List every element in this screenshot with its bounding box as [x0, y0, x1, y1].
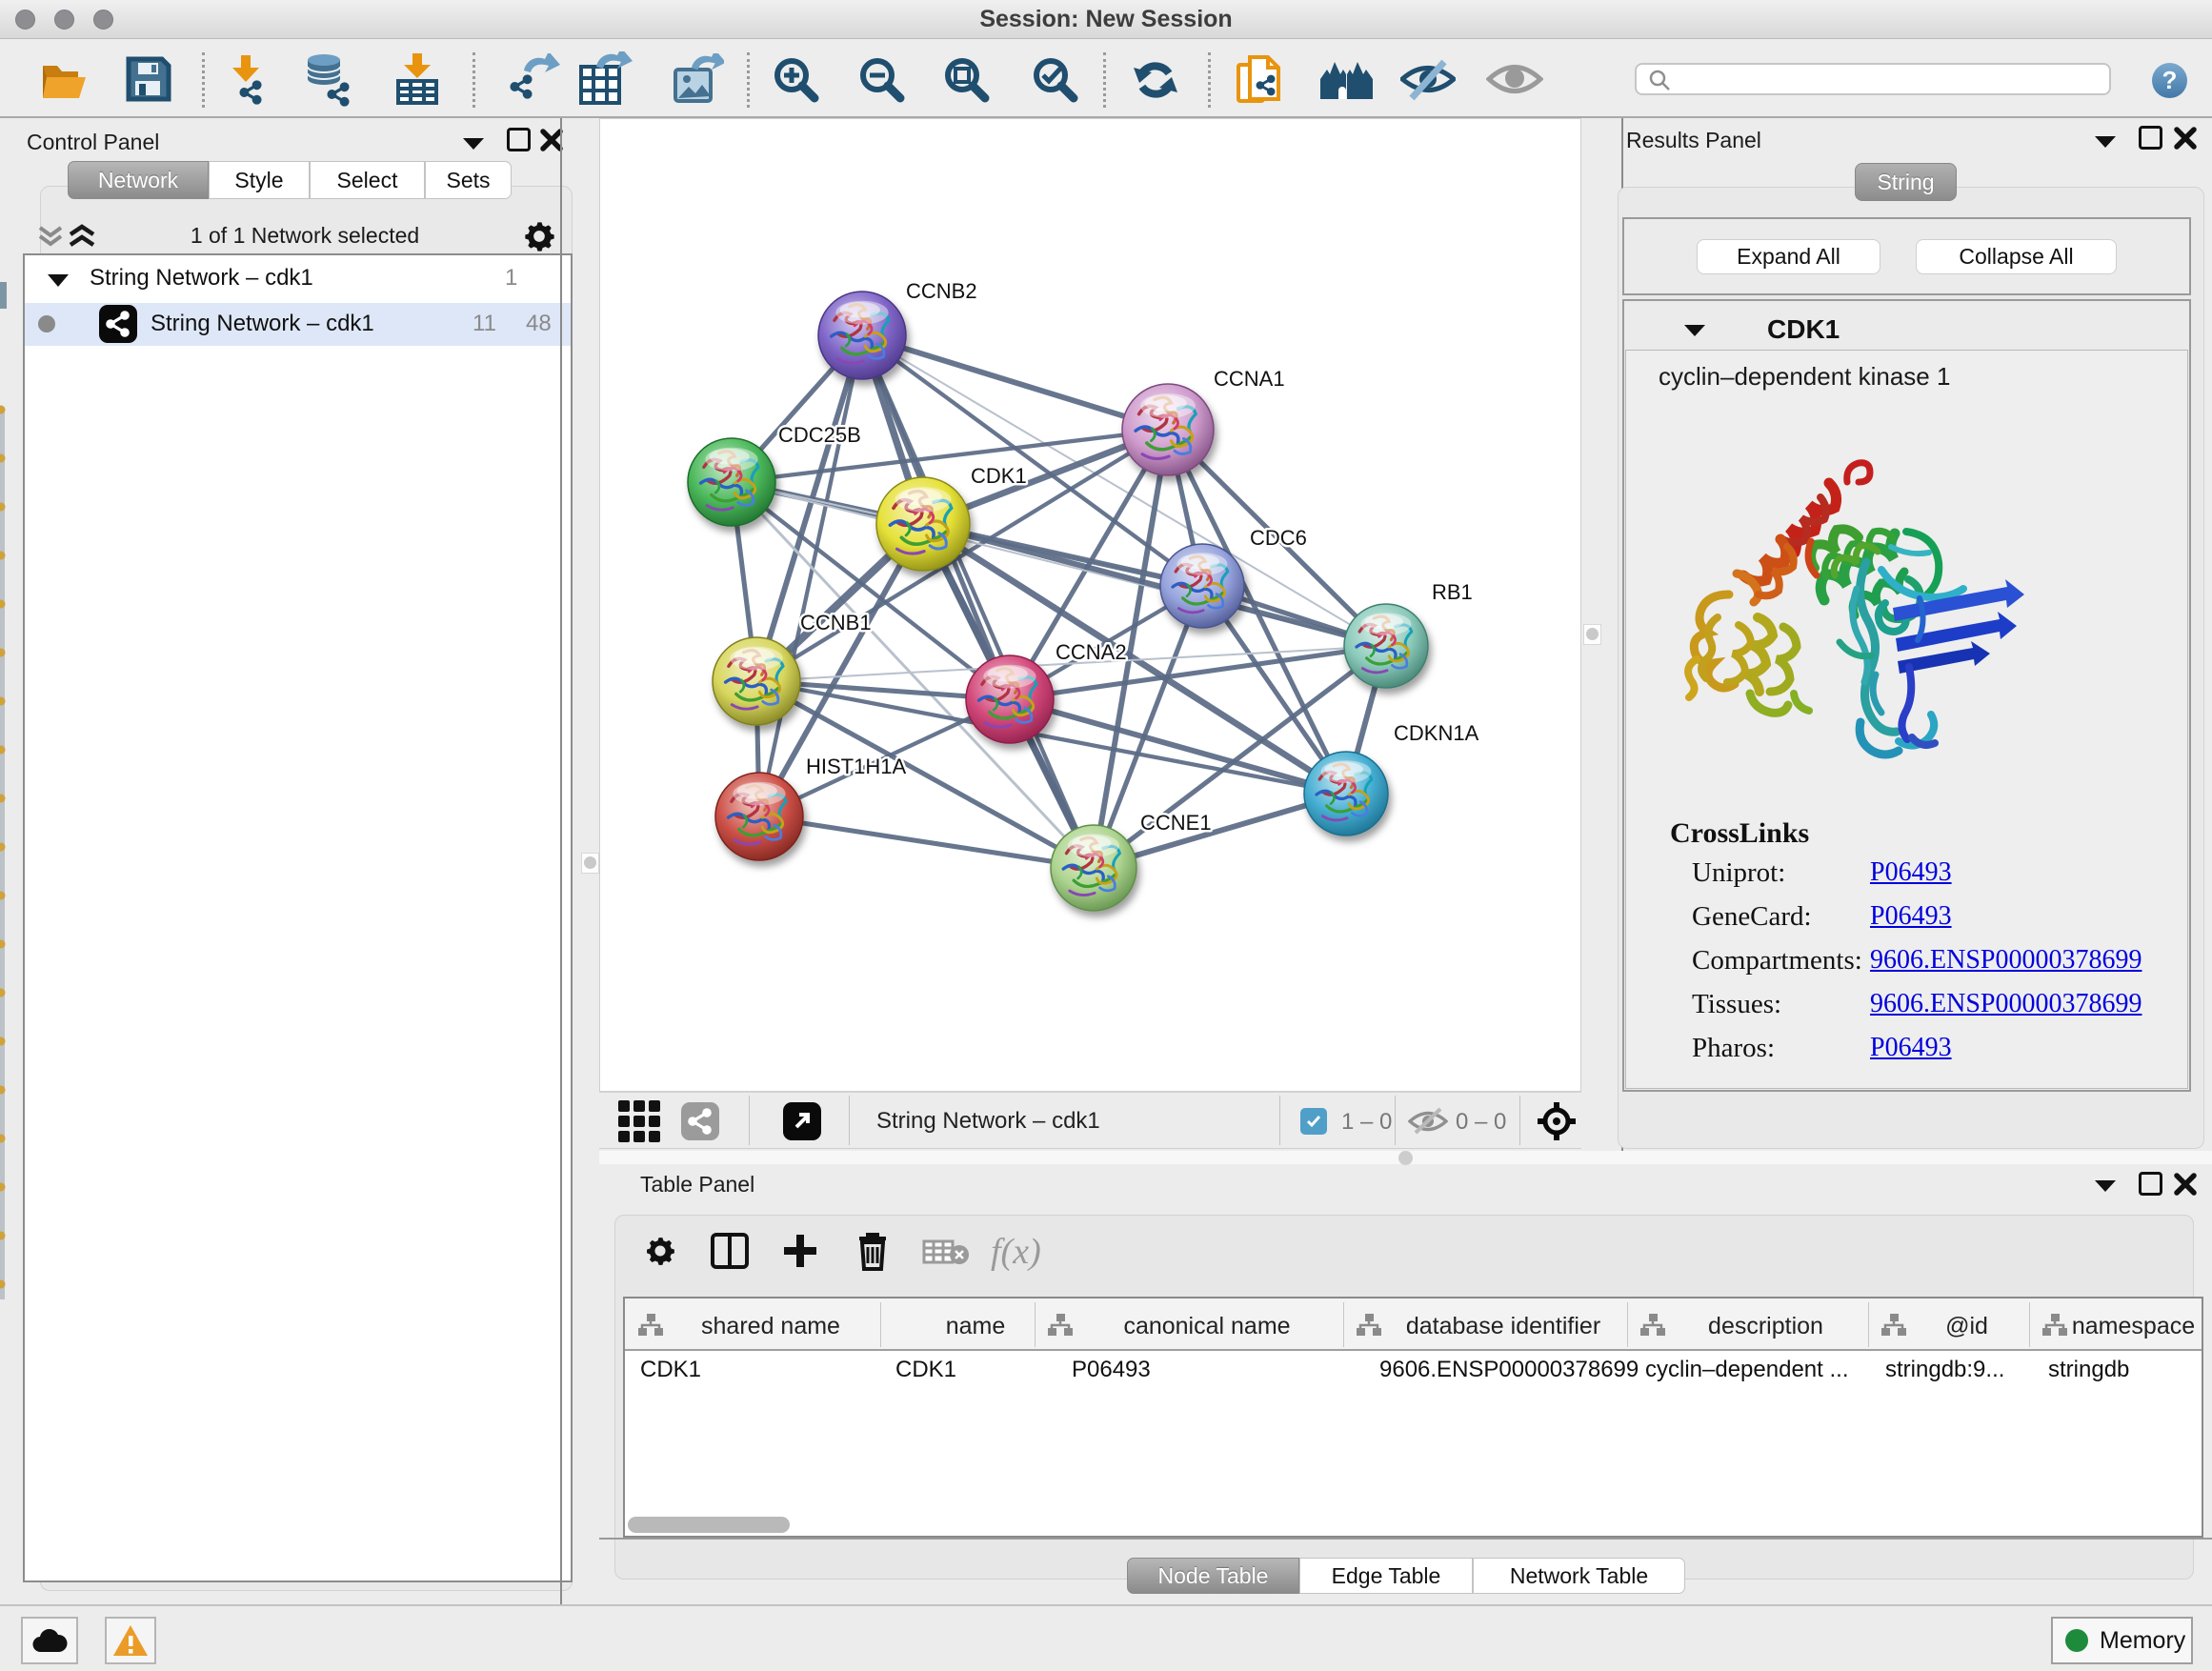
svg-text:CCNA1: CCNA1	[1214, 367, 1285, 391]
svg-text:CDKN1A: CDKN1A	[1394, 721, 1479, 745]
svg-text:CCNB1: CCNB1	[800, 611, 872, 634]
svg-text:RB1: RB1	[1432, 580, 1473, 604]
svg-text:CCNB2: CCNB2	[906, 279, 977, 303]
svg-text:CDC25B: CDC25B	[778, 423, 861, 447]
svg-text:CDK1: CDK1	[971, 464, 1027, 488]
svg-text:CCNA2: CCNA2	[1056, 640, 1127, 664]
svg-text:HIST1H1A: HIST1H1A	[806, 755, 906, 778]
svg-text:CCNE1: CCNE1	[1140, 811, 1212, 835]
svg-text:CDC6: CDC6	[1250, 526, 1307, 550]
